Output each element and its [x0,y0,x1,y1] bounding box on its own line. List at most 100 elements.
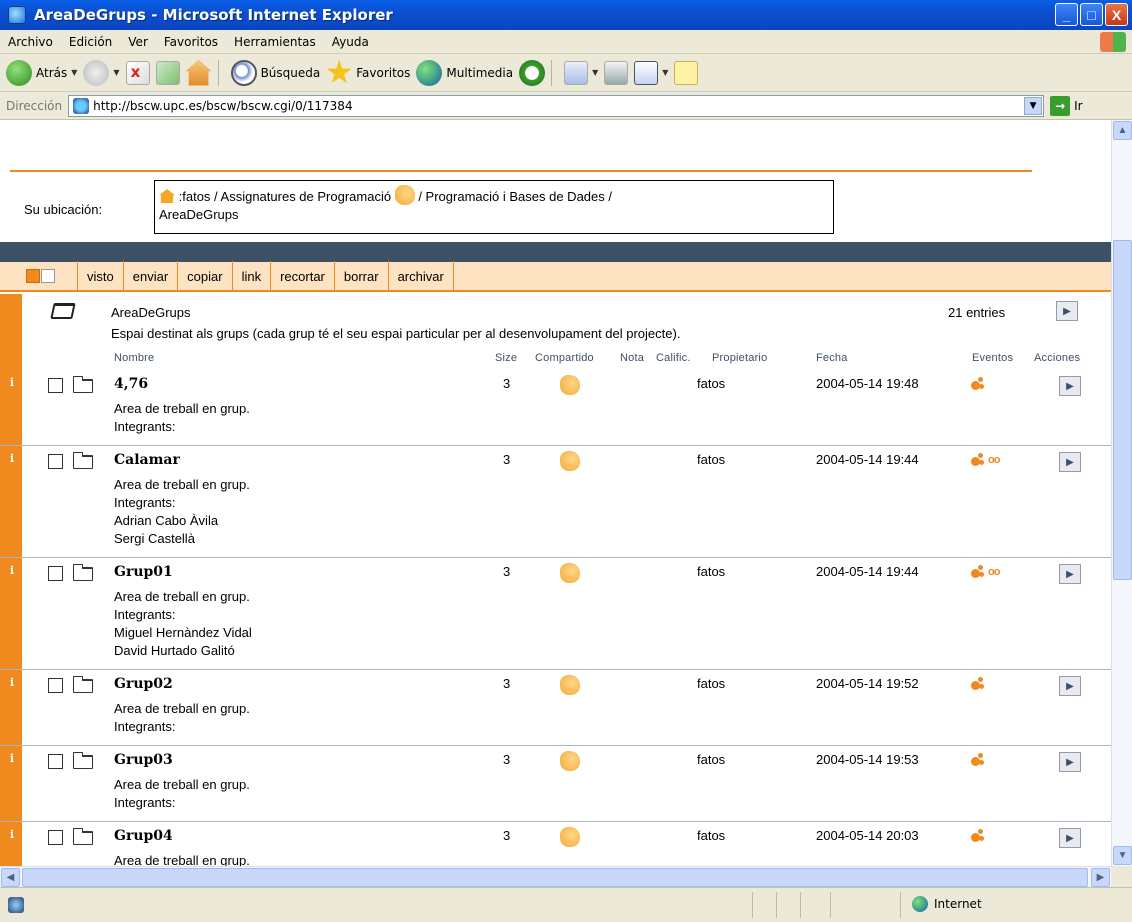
shared-icon[interactable] [560,751,580,771]
back-dropdown-icon[interactable]: ▼ [71,68,77,77]
col-name[interactable]: Nombre [114,352,154,364]
back-button[interactable]: Atrás ▼ [6,59,77,86]
close-button[interactable]: X [1105,3,1128,26]
menu-archivo[interactable]: Archivo [0,35,61,49]
menu-ayuda[interactable]: Ayuda [324,35,377,49]
row-checkbox[interactable] [48,830,63,845]
event-read-icon[interactable]: oo [988,566,1000,578]
search-button[interactable]: Búsqueda [230,59,320,86]
row-name[interactable]: 4,76 [114,376,148,392]
select-all-icon[interactable] [26,269,40,283]
edit-dropdown-icon[interactable]: ▼ [662,68,668,77]
select-all-toggle[interactable] [26,269,55,283]
folder-icon[interactable] [73,828,93,845]
col-size[interactable]: Size [495,352,517,364]
event-new-icon[interactable] [968,828,984,844]
scroll-thumb[interactable] [1113,240,1132,580]
event-new-icon[interactable] [968,752,984,768]
row-name[interactable]: Grup02 [114,676,173,692]
col-note[interactable]: Nota [620,352,644,364]
event-new-icon[interactable] [968,452,984,468]
row-actions-button[interactable]: ▶ [1059,676,1081,696]
row-owner[interactable]: fatos [697,452,725,467]
row-checkbox[interactable] [48,566,63,581]
row-actions-button[interactable]: ▶ [1059,452,1081,472]
vertical-scrollbar[interactable]: ▲ ▼ [1111,120,1132,866]
row-actions-button[interactable]: ▶ [1059,752,1081,772]
row-owner[interactable]: fatos [697,676,725,691]
folder-icon[interactable] [73,564,93,581]
menu-ver[interactable]: Ver [120,35,156,49]
event-read-icon[interactable]: oo [988,454,1000,466]
info-icon[interactable]: i [7,828,17,841]
action-borrar[interactable]: borrar [333,261,388,291]
shared-icon[interactable] [560,563,580,583]
media-button[interactable]: Multimedia [416,59,513,86]
forward-dropdown-icon[interactable]: ▼ [113,68,119,77]
row-actions-button[interactable]: ▶ [1059,828,1081,848]
breadcrumb-part2[interactable]: / Programació i Bases de Dades / [418,189,612,204]
horizontal-scrollbar[interactable]: ◀ ▶ [0,866,1111,887]
folder-icon[interactable] [73,376,93,393]
row-owner[interactable]: fatos [697,376,725,391]
address-url[interactable]: http://bscw.upc.es/bscw/bscw.cgi/0/11738… [93,99,352,113]
mail-button[interactable]: ▼ [564,60,598,85]
row-checkbox[interactable] [48,378,63,393]
row-owner[interactable]: fatos [697,752,725,767]
event-new-icon[interactable] [968,564,984,580]
row-actions-button[interactable]: ▶ [1059,376,1081,396]
info-icon[interactable]: i [7,752,17,765]
minimize-button[interactable]: _ [1055,3,1078,26]
stop-button[interactable]: x [125,60,150,85]
breadcrumb-part1[interactable]: :fatos / Assignatures de Programació [179,189,391,204]
row-actions-button[interactable]: ▶ [1059,564,1081,584]
row-name[interactable]: Grup04 [114,828,173,844]
refresh-button[interactable] [155,60,180,85]
row-checkbox[interactable] [48,754,63,769]
row-name[interactable]: Calamar [114,452,180,468]
shared-icon[interactable] [560,827,580,847]
scroll-up-icon[interactable]: ▲ [1113,121,1132,140]
col-date[interactable]: Fecha [816,352,848,364]
address-input[interactable]: http://bscw.upc.es/bscw/bscw.cgi/0/11738… [68,94,1045,117]
action-enviar[interactable]: enviar [122,261,177,291]
print-button[interactable] [604,60,629,85]
col-actions[interactable]: Acciones [1034,352,1080,364]
info-icon[interactable]: i [7,564,17,577]
scroll-right-icon[interactable]: ▶ [1091,868,1110,887]
menu-edicion[interactable]: Edición [61,35,120,49]
action-copiar[interactable]: copiar [177,261,231,291]
row-owner[interactable]: fatos [697,564,725,579]
messenger-button[interactable] [674,60,699,85]
col-owner[interactable]: Propietario [712,352,767,364]
deselect-all-icon[interactable] [41,269,55,283]
row-name[interactable]: Grup03 [114,752,173,768]
edit-button[interactable]: ▼ [634,60,668,85]
action-recortar[interactable]: recortar [270,261,334,291]
folder-icon[interactable] [73,676,93,693]
home-icon[interactable] [159,189,175,203]
mail-dropdown-icon[interactable]: ▼ [592,68,598,77]
event-new-icon[interactable] [968,376,984,392]
menu-favoritos[interactable]: Favoritos [156,35,226,49]
row-checkbox[interactable] [48,678,63,693]
row-owner[interactable]: fatos [697,828,725,843]
history-button[interactable] [519,59,546,86]
hscroll-thumb[interactable] [22,868,1088,887]
folder-icon[interactable] [73,752,93,769]
menu-herramientas[interactable]: Herramientas [226,35,324,49]
info-icon[interactable]: i [7,452,17,465]
row-name[interactable]: Grup01 [114,564,173,580]
shared-icon[interactable] [560,451,580,471]
forward-button[interactable]: ▼ [83,59,120,86]
row-checkbox[interactable] [48,454,63,469]
col-shared[interactable]: Compartido [535,352,594,364]
info-icon[interactable]: i [7,676,17,689]
maximize-button[interactable]: □ [1080,3,1103,26]
event-new-icon[interactable] [968,676,984,692]
shared-icon[interactable] [560,675,580,695]
action-link[interactable]: link [231,261,271,291]
folder-icon[interactable] [73,452,93,469]
action-archivar[interactable]: archivar [387,261,454,291]
col-rating[interactable]: Calific. [656,352,691,364]
